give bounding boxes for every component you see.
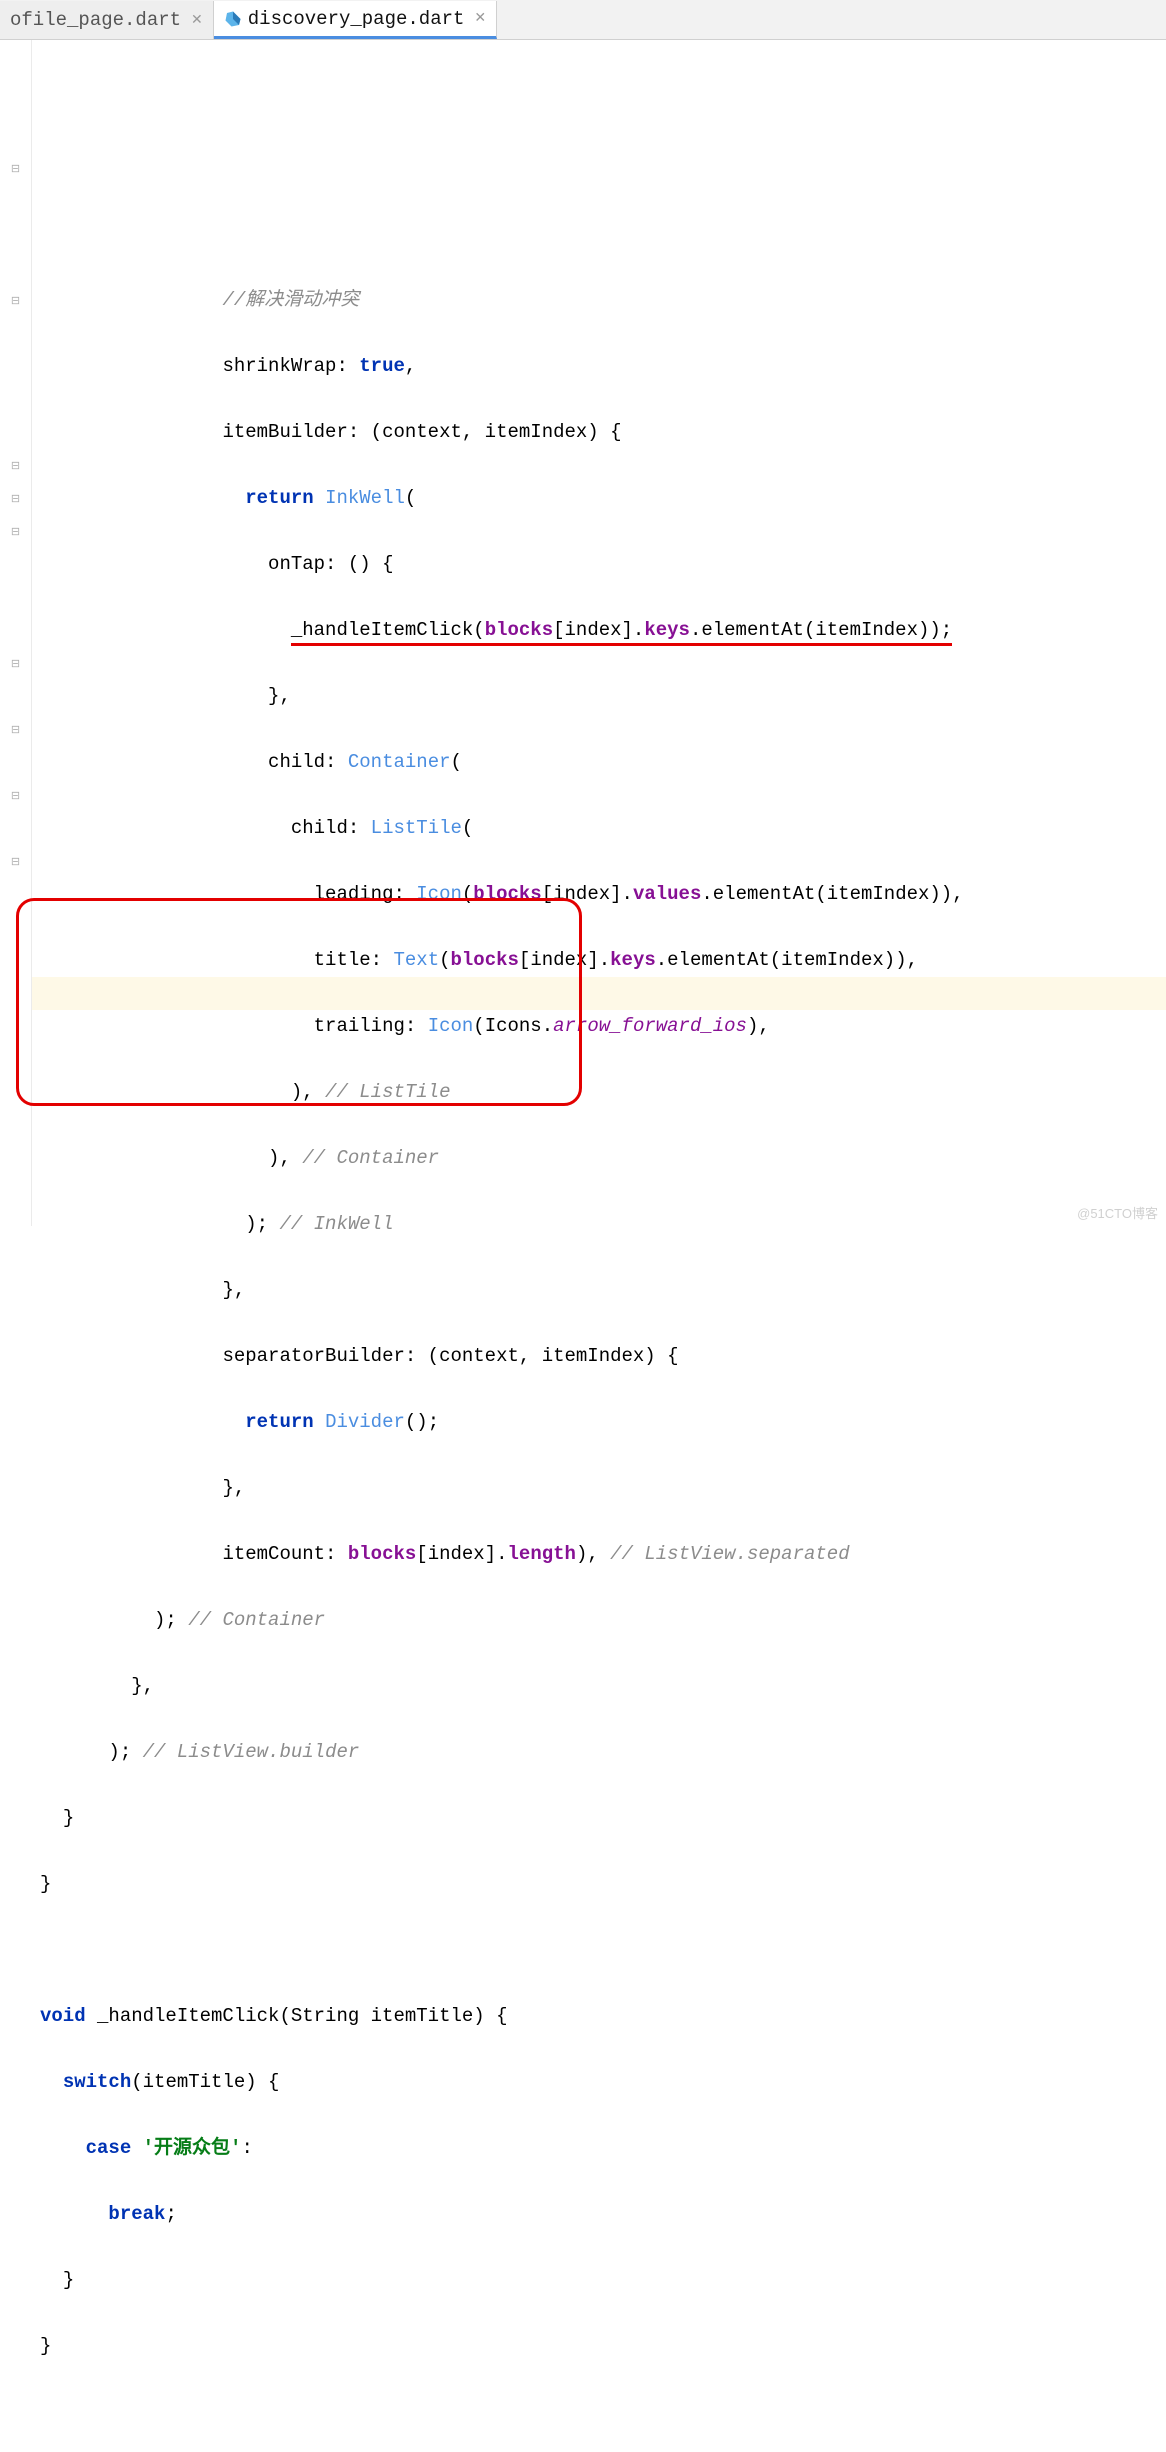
code-line: //解决滑动冲突 (40, 284, 1166, 317)
code-line: } (40, 1868, 1166, 1901)
fold-icon[interactable]: ⊟ (0, 515, 31, 548)
fold-icon[interactable]: ⊟ (0, 482, 31, 515)
code-line: ); // InkWell (40, 1208, 1166, 1241)
code-line: return InkWell( (40, 482, 1166, 515)
code-line: case '开源众包': (40, 2132, 1166, 2165)
code-line: } (40, 2330, 1166, 2363)
code-line: itemCount: blocks[index].length), // Lis… (40, 1538, 1166, 1571)
tab-discovery-page[interactable]: discovery_page.dart ✕ (214, 1, 497, 39)
code-line: _handleItemClick(blocks[index].keys.elem… (40, 614, 1166, 647)
code-line: title: Text(blocks[index].keys.elementAt… (40, 944, 1166, 977)
fold-icon[interactable]: ⊟ (0, 845, 31, 878)
code-line: } (40, 1802, 1166, 1835)
code-line: }, (40, 1274, 1166, 1307)
tab-label: discovery_page.dart (248, 8, 465, 30)
code-area[interactable]: //解决滑动冲突 shrinkWrap: true, itemBuilder: … (32, 40, 1166, 1226)
code-line: itemBuilder: (context, itemIndex) { (40, 416, 1166, 449)
fold-icon[interactable]: ⊟ (0, 779, 31, 812)
code-line: child: Container( (40, 746, 1166, 779)
fold-icon[interactable]: ⊟ (0, 449, 31, 482)
tab-label: ofile_page.dart (10, 9, 181, 31)
code-line: }, (40, 1472, 1166, 1505)
fold-icon[interactable]: ⊟ (0, 713, 31, 746)
code-line: break; (40, 2198, 1166, 2231)
code-line: ), // ListTile (40, 1076, 1166, 1109)
code-editor[interactable]: ⊟ ⊟ ⊟ ⊟ ⊟ ⊟ ⊟ ⊟ ⊟ //解决滑 (0, 40, 1166, 1226)
code-line: trailing: Icon(Icons.arrow_forward_ios), (40, 1010, 1166, 1043)
code-line: } (40, 2264, 1166, 2297)
code-line: child: ListTile( (40, 812, 1166, 845)
code-line: onTap: () { (40, 548, 1166, 581)
code-line: void _handleItemClick(String itemTitle) … (40, 2000, 1166, 2033)
code-line: leading: Icon(blocks[index].values.eleme… (40, 878, 1166, 911)
code-line: }, (40, 680, 1166, 713)
fold-icon[interactable]: ⊟ (0, 284, 31, 317)
gutter: ⊟ ⊟ ⊟ ⊟ ⊟ ⊟ ⊟ ⊟ ⊟ (0, 40, 32, 1226)
tab-bar: ofile_page.dart ✕ discovery_page.dart ✕ (0, 0, 1166, 40)
tab-profile-page[interactable]: ofile_page.dart ✕ (0, 1, 214, 39)
code-line: ), // Container (40, 1142, 1166, 1175)
code-line: ); // Container (40, 1604, 1166, 1637)
code-line (40, 1934, 1166, 1967)
fold-icon[interactable]: ⊟ (0, 152, 31, 185)
code-line: switch(itemTitle) { (40, 2066, 1166, 2099)
code-line: }, (40, 1670, 1166, 1703)
code-line: separatorBuilder: (context, itemIndex) { (40, 1340, 1166, 1373)
code-line: shrinkWrap: true, (40, 350, 1166, 383)
code-line: return Divider(); (40, 1406, 1166, 1439)
dart-file-icon (224, 10, 242, 28)
code-line: ); // ListView.builder (40, 1736, 1166, 1769)
close-icon[interactable]: ✕ (191, 12, 203, 29)
fold-icon[interactable]: ⊟ (0, 647, 31, 680)
close-icon[interactable]: ✕ (474, 10, 486, 27)
